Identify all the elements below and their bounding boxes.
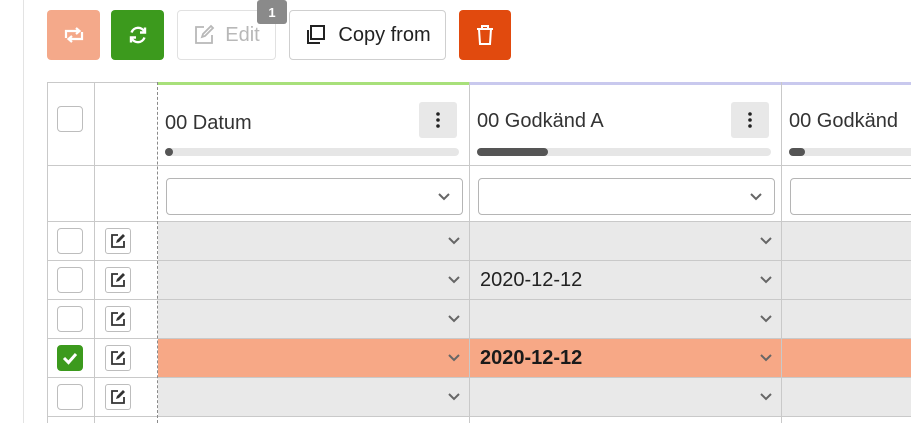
edit-icon	[111, 273, 125, 287]
row-checkbox[interactable]	[57, 345, 83, 371]
column-accent-godkand-a	[470, 82, 781, 85]
chevron-down-icon	[448, 276, 460, 284]
edit-icon	[111, 312, 125, 326]
delete-button[interactable]	[459, 10, 511, 60]
row-edit-button[interactable]	[105, 345, 131, 371]
edit-icon	[111, 390, 125, 404]
chevron-down-icon	[760, 237, 772, 245]
column-fill-progress	[789, 148, 911, 156]
edit-icon	[111, 351, 125, 365]
data-grid: 00 Datum 00 Godkänd A 00 Godkänd 2020-12…	[47, 82, 911, 423]
grid-cell[interactable]	[782, 378, 911, 416]
grid-cell[interactable]	[158, 222, 469, 260]
row-edit-button[interactable]	[105, 228, 131, 254]
grid-cell[interactable]	[782, 261, 911, 299]
chevron-down-icon	[448, 237, 460, 245]
grid-cell[interactable]	[158, 378, 469, 416]
left-divider	[23, 0, 24, 423]
cell-value: 2020-12-12	[480, 347, 583, 369]
cell-value: 2020-12-12	[480, 269, 583, 291]
edit-label: Edit	[225, 23, 260, 46]
column-header-title[interactable]: 00 Godkänd	[789, 110, 898, 133]
copy-from-button[interactable]: Copy from	[289, 10, 446, 60]
chevron-down-icon	[448, 354, 460, 362]
column-fill-progress	[165, 148, 459, 156]
filter-select-godkand-a[interactable]	[478, 178, 775, 215]
chevron-down-icon	[448, 315, 460, 323]
chevron-down-icon	[760, 354, 772, 362]
chevron-down-icon	[750, 193, 762, 201]
swap-button[interactable]	[47, 10, 100, 60]
progress-fill	[789, 148, 805, 156]
copy-from-label: Copy from	[338, 23, 431, 46]
selection-count-badge: 1	[257, 0, 287, 24]
grid-cell[interactable]	[782, 339, 911, 377]
chevron-down-icon	[438, 193, 450, 201]
grid-cell[interactable]	[470, 378, 781, 416]
column-accent-datum	[158, 82, 469, 85]
grid-cell[interactable]: 2020-12-12	[470, 261, 781, 299]
refresh-button[interactable]	[111, 10, 164, 60]
filter-select-datum[interactable]	[166, 178, 463, 215]
grid-cell[interactable]	[158, 261, 469, 299]
grid-cell[interactable]	[158, 300, 469, 338]
copy-icon	[307, 25, 326, 44]
column-header-title[interactable]: 00 Godkänd A	[477, 110, 604, 133]
column-menu-button[interactable]	[419, 102, 457, 138]
row-edit-button[interactable]	[105, 306, 131, 332]
grid-cell[interactable]	[782, 300, 911, 338]
row-checkbox[interactable]	[57, 384, 83, 410]
checkmark-icon	[62, 353, 78, 365]
column-accent-godkand	[782, 82, 911, 85]
grid-cell[interactable]	[470, 300, 781, 338]
chevron-down-icon	[760, 393, 772, 401]
kebab-icon	[436, 112, 440, 128]
chevron-down-icon	[760, 276, 772, 284]
col-divider	[94, 82, 95, 423]
edit-icon	[195, 24, 215, 44]
select-all-checkbox[interactable]	[57, 106, 83, 132]
column-header-title[interactable]: 00 Datum	[165, 112, 252, 135]
row-edit-button[interactable]	[105, 267, 131, 293]
kebab-icon	[748, 112, 752, 128]
chevron-down-icon	[448, 393, 460, 401]
edit-icon	[111, 234, 125, 248]
column-menu-button[interactable]	[731, 102, 769, 138]
grid-cell[interactable]	[158, 339, 469, 377]
swap-icon	[64, 27, 83, 43]
grid-cell[interactable]: 2020-12-12	[470, 339, 781, 377]
chevron-down-icon	[760, 315, 772, 323]
row-checkbox[interactable]	[57, 267, 83, 293]
progress-fill	[165, 148, 173, 156]
filter-select-godkand[interactable]	[790, 178, 911, 215]
row-checkbox[interactable]	[57, 306, 83, 332]
trash-icon	[477, 25, 493, 45]
grid-cell[interactable]	[782, 222, 911, 260]
column-fill-progress	[477, 148, 771, 156]
row-edit-button[interactable]	[105, 384, 131, 410]
progress-fill	[477, 148, 548, 156]
row-checkbox[interactable]	[57, 228, 83, 254]
refresh-icon	[129, 26, 146, 44]
grid-left-border	[47, 82, 48, 423]
grid-cell[interactable]	[470, 222, 781, 260]
